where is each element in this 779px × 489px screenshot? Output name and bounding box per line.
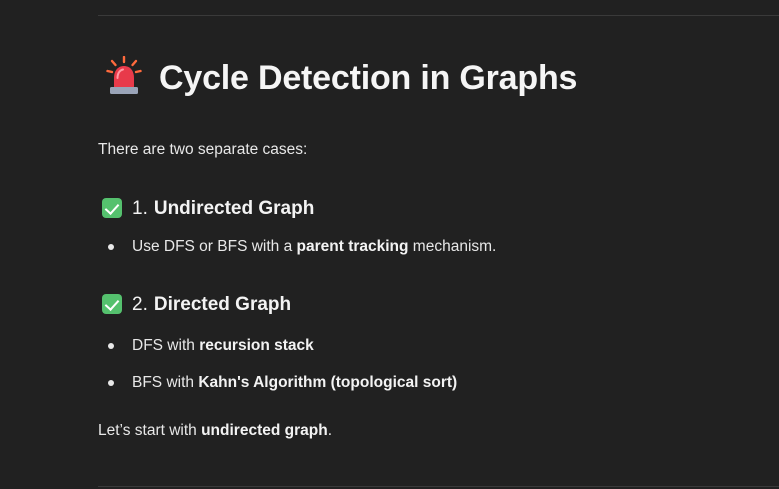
intro-text: There are two separate cases: [98,141,308,158]
outro-text-post: . [327,422,333,439]
outro-text-bold: undirected graph [201,422,328,439]
message-content: Cycle Detection in Graphs There are two … [98,0,779,489]
list-item-text: BFS with Kahn's Algorithm (topological s… [132,375,457,391]
section-title: Undirected Graph [153,197,315,219]
section-heading-undirected: 1. Undirected Graph [102,198,314,218]
section-heading-directed: 2. Directed Graph [102,294,291,314]
section-number: 1. [132,197,148,219]
list-item-text-pre: Use DFS or BFS with a [132,238,297,255]
section-title: Directed Graph [153,293,292,315]
outro-text-pre: Let’s start with [98,422,202,439]
list-item-text-bold: parent tracking [296,238,409,255]
list-item-text-post: mechanism. [408,238,497,255]
check-mark-button-icon [102,198,122,218]
list-item-text: DFS with recursion stack [132,338,314,354]
list-item-text-bold: Kahn's Algorithm (topological sort) [198,374,458,391]
list-item-text-pre: BFS with [132,374,199,391]
section-number: 2. [132,293,148,315]
list-item-text: Use DFS or BFS with a parent tracking me… [132,239,496,255]
list-item: DFS with recursion stack [98,338,314,354]
bullet-dot [108,342,114,349]
police-siren-icon [106,56,142,94]
bottom-divider [98,486,779,487]
bullet-dot [108,379,114,386]
page-title: Cycle Detection in Graphs [159,59,578,97]
bullet-dot [108,243,114,250]
check-mark-button-icon [102,294,122,314]
page-heading: Cycle Detection in Graphs [106,56,578,98]
list-item: Use DFS or BFS with a parent tracking me… [98,239,496,255]
list-item-text-pre: DFS with [132,337,200,354]
list-item: BFS with Kahn's Algorithm (topological s… [98,375,457,391]
list-item-text-bold: recursion stack [199,337,314,354]
outro-text: Let’s start with undirected graph. [98,422,332,440]
